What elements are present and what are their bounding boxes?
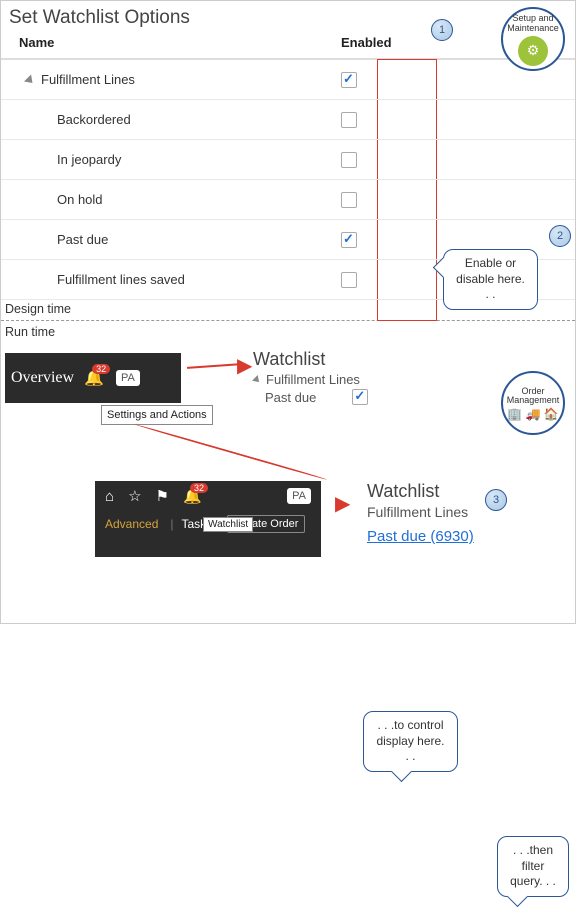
step-badge-2: 2 (549, 225, 571, 247)
advanced-link[interactable]: Advanced (105, 517, 158, 531)
avatar[interactable]: PA (287, 488, 311, 504)
run-time-label: Run time (1, 323, 575, 341)
row-label: On hold (1, 192, 341, 207)
callout-control: . . .to control display here. . . (363, 711, 458, 772)
checkbox-enabled[interactable] (352, 389, 368, 405)
table-row: Backordered (1, 100, 575, 140)
watchlist-heading: Watchlist (367, 481, 474, 502)
home-icon[interactable]: ⌂ (105, 488, 114, 505)
watchlist-heading: Watchlist (253, 349, 368, 370)
collapse-icon[interactable] (252, 375, 262, 385)
runtime-area: Overview 🔔32 PA Settings and Actions ▶ W… (1, 341, 575, 601)
settings-tooltip: Settings and Actions (101, 405, 213, 425)
step-badge-1: 1 (431, 19, 453, 41)
table-row: In jeopardy (1, 140, 575, 180)
watchlist-popup: Watchlist Fulfillment Lines Past due (69… (367, 481, 474, 545)
checkbox-enabled[interactable] (341, 152, 357, 168)
checkbox-enabled[interactable] (341, 72, 357, 88)
arrow-icon: ▶ (237, 353, 252, 378)
star-icon[interactable]: ☆ (128, 487, 141, 505)
watchlist-popup: Watchlist Fulfillment Lines Past due (253, 349, 368, 405)
row-label: Fulfillment lines saved (1, 272, 341, 287)
arrow-line (135, 423, 328, 480)
checkbox-enabled[interactable] (341, 192, 357, 208)
overview-label: Overview (11, 369, 74, 387)
past-due-link[interactable]: Past due (6930) (367, 528, 474, 545)
app-circle-setup: Setup and Maintenance ⚙ (501, 7, 565, 71)
separator: | (170, 517, 173, 531)
row-label: Fulfillment Lines (1, 72, 341, 87)
callout-filter: . . .then filter query. . . (497, 836, 569, 897)
icon-row: ⌂ ☆ ⚑ 🔔32 PA (95, 481, 321, 507)
watchlist-group: Fulfillment Lines (253, 372, 368, 387)
row-label: Past due (1, 232, 341, 247)
overview-bar: Overview 🔔32 PA (5, 353, 181, 403)
table-header: Name Enabled (1, 33, 575, 60)
bell-icon[interactable]: 🔔32 (183, 487, 202, 505)
watchlist-item: Past due (253, 389, 368, 405)
avatar[interactable]: PA (116, 370, 140, 386)
collapse-icon[interactable] (24, 75, 36, 87)
global-header-bar: ⌂ ☆ ⚑ 🔔32 PA Watchlist Advanced | Tasks … (95, 481, 321, 557)
table-row: On hold (1, 180, 575, 220)
checkbox-enabled[interactable] (341, 112, 357, 128)
app-label: Setup and Maintenance (503, 14, 563, 34)
flag-icon[interactable]: ⚑ (156, 487, 169, 505)
section-divider (1, 320, 575, 321)
notification-badge: 32 (190, 483, 208, 493)
row-label: Backordered (1, 112, 341, 127)
watchlist-group: Fulfillment Lines (367, 504, 474, 520)
column-name: Name (1, 35, 341, 50)
arrow-line (187, 363, 241, 369)
arrow-icon: ▶ (335, 491, 350, 516)
watchlist-tooltip: Watchlist (203, 517, 253, 532)
column-enabled: Enabled (341, 35, 421, 50)
checkbox-enabled[interactable] (341, 272, 357, 288)
gear-icon: ⚙ (518, 36, 548, 66)
row-label: In jeopardy (1, 152, 341, 167)
callout-enable: Enable or disable here. . . (443, 249, 538, 310)
checkbox-enabled[interactable] (341, 232, 357, 248)
table-row: Fulfillment Lines (1, 60, 575, 100)
bell-icon[interactable]: 🔔32 (84, 368, 104, 388)
page-title: Set Watchlist Options (1, 1, 575, 33)
notification-badge: 32 (92, 364, 110, 374)
